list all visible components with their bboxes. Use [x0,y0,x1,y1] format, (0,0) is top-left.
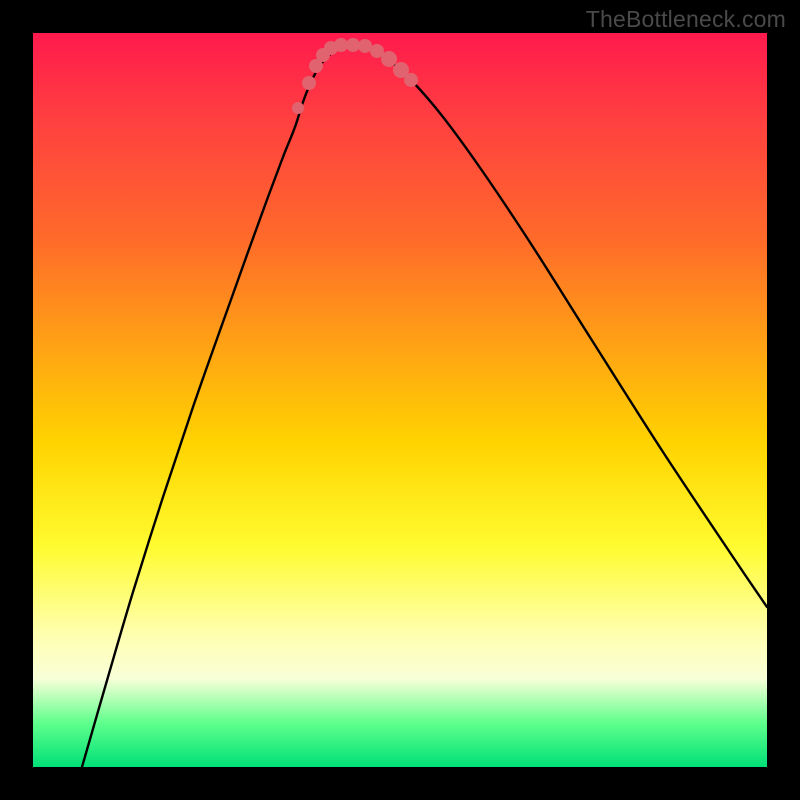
curve-svg [33,33,767,767]
trough-marker [404,73,418,87]
trough-marker [334,38,348,52]
trough-marker [302,76,316,90]
trough-marker [358,39,372,53]
bottleneck-curve [82,46,767,767]
trough-marker [292,102,304,114]
chart-frame: TheBottleneck.com [0,0,800,800]
watermark-text: TheBottleneck.com [586,6,786,33]
trough-marker [346,38,360,52]
trough-markers [292,38,418,114]
plot-area [33,33,767,767]
trough-marker [381,51,397,67]
